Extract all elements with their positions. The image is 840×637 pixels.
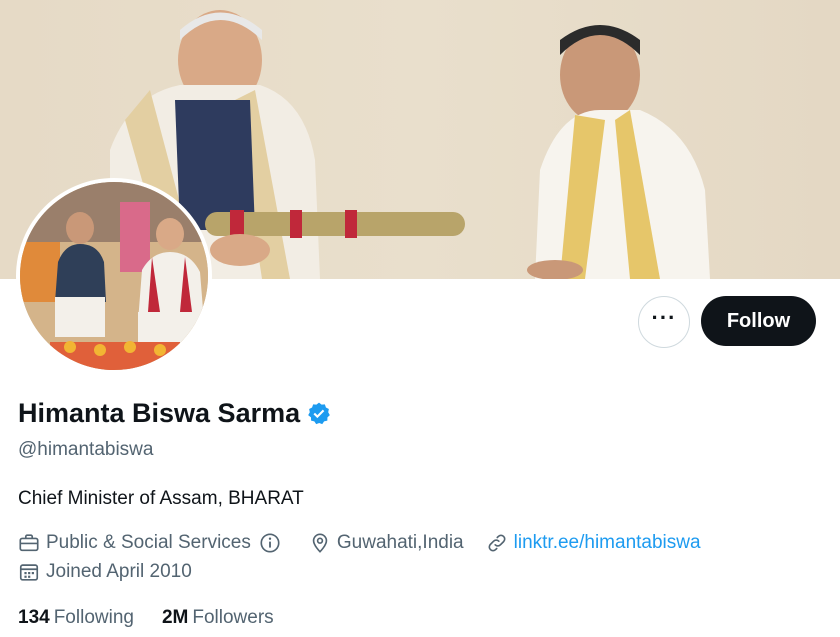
following-label: Following [53,607,134,628]
followers-label: Followers [192,607,274,628]
category-label: Public & Social Services [46,532,251,553]
info-icon[interactable] [259,532,281,554]
followers-count: 2M [161,607,189,628]
follow-stats: 134 Following 2M Followers [18,607,302,629]
more-icon: ··· [651,305,677,330]
avatar[interactable] [20,182,208,370]
join-date-row: Joined April 2010 [18,561,192,583]
bio: Chief Minister of Assam, BHARAT [18,488,304,509]
follow-button[interactable]: Follow [701,296,816,346]
handle: @himantabiswa [18,439,154,460]
display-name: Himanta Biswa Sarma [18,398,301,428]
location-label: Guwahati,India [336,532,464,553]
avatar-image [20,182,208,370]
following-count: 134 [18,607,50,628]
joined-label: Joined April 2010 [46,561,192,582]
link-icon [488,534,506,552]
website-item[interactable]: linktr.ee/himantabiswa [486,532,701,554]
name-row: Himanta Biswa Sarma [18,398,332,429]
profile-meta: Public & Social Services Guwahati,India … [18,532,723,554]
website-link[interactable]: linktr.ee/himantabiswa [514,532,701,554]
category-item: Public & Social Services [18,532,287,554]
briefcase-icon [19,534,39,552]
more-options-button[interactable]: ··· [638,296,690,348]
avatar-frame[interactable] [16,178,212,374]
location-item: Guwahati,India [309,532,464,554]
location-pin-icon [312,533,328,553]
followers-stat[interactable]: 2M Followers [162,607,274,629]
following-stat[interactable]: 134 Following [18,607,134,629]
verified-badge-icon[interactable] [306,401,332,427]
calendar-icon [19,564,39,581]
